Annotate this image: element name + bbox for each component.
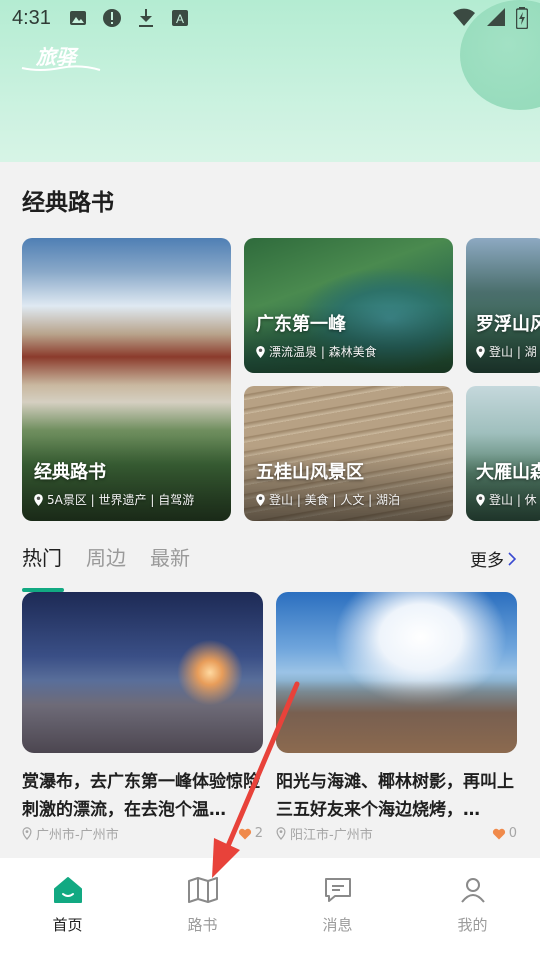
route-card-tags-text: 登山 | 美食 | 人文 | 湖泊 [269,493,401,507]
route-card-title: 大雁山森 [476,462,540,483]
like-count[interactable]: 0 [492,826,517,841]
status-right-group [452,7,529,33]
route-card-title: 经典路书 [34,462,106,483]
heart-icon [238,828,251,839]
feed-title[interactable]: 阳光与海滩、椰林树影，再叫上三五好友来个海边烧烤，… [276,768,517,824]
like-count[interactable]: 2 [238,826,263,841]
font-notification-icon: A [169,7,191,29]
section-title-classic: 经典路书 [22,190,114,216]
signal-icon [486,7,506,33]
like-count-value: 0 [508,826,517,841]
location-pin-icon [276,827,286,840]
route-card-tags: 登山 | 休 [476,491,537,508]
feed-meta: 广州市-广州市 2 [22,824,263,843]
route-card-guangdong-peak[interactable]: 广东第一峰 漂流温泉 | 森林美食 [244,238,453,373]
nav-item-messages[interactable]: 消息 [270,858,405,960]
route-card-tags-text: 登山 | 湖 [489,345,537,359]
header-banner: 4:31 A 旅驿 [0,0,540,162]
route-card-tags: 登山 | 美食 | 人文 | 湖泊 [256,491,400,508]
route-card-tags-text: 5A景区 | 世界遗产 | 自驾游 [47,493,195,507]
map-icon [187,877,218,903]
nav-label: 路书 [187,916,218,934]
message-icon [324,878,351,902]
battery-icon [515,7,529,33]
route-card-tags: 5A景区 | 世界遗产 | 自驾游 [34,491,194,508]
route-card-wuguishan[interactable]: 五桂山风景区 登山 | 美食 | 人文 | 湖泊 [244,386,453,521]
nav-label: 我的 [457,916,488,934]
route-card-title: 广东第一峰 [256,314,346,335]
feed-location: 广州市-广州市 [36,828,119,843]
location-pin-icon [256,493,265,506]
chevron-right-icon [508,551,516,566]
route-card-luofushan[interactable]: 罗浮山风 登山 | 湖 [466,238,540,373]
status-time: 4:31 [12,6,51,29]
route-card-tags-text: 登山 | 休 [489,493,537,507]
route-card-title: 五桂山风景区 [256,462,364,483]
nav-item-profile[interactable]: 我的 [405,858,540,960]
location-pin-icon [22,827,32,840]
wifi-icon [452,7,476,33]
route-card-dayanshan[interactable]: 大雁山森 登山 | 休 [466,386,540,521]
more-link[interactable]: 更多 [470,546,516,571]
feed-image-waterfall[interactable] [22,592,263,753]
location-pin-icon [476,345,485,358]
svg-text:A: A [176,12,184,26]
nav-item-home[interactable]: 首页 [0,858,135,960]
tab-hot[interactable]: 热门 [22,542,62,571]
feed-image-beach[interactable] [276,592,517,753]
route-card-classic[interactable]: 经典路书 5A景区 | 世界遗产 | 自驾游 [22,238,231,521]
app-logo: 旅驿 [20,44,104,74]
feed-tabs: 热门 周边 最新 [22,542,190,571]
feed-location: 阳江市-广州市 [290,828,373,843]
person-icon [460,878,485,903]
nav-label: 消息 [322,916,353,934]
home-icon [53,877,82,903]
route-card-tags: 登山 | 湖 [476,343,537,360]
more-label: 更多 [470,551,504,571]
status-bar: 4:31 A [0,0,540,36]
like-count-value: 2 [254,826,263,841]
tab-latest[interactable]: 最新 [150,542,190,571]
feed-title[interactable]: 赏瀑布，去广东第一峰体验惊险刺激的漂流，在去泡个温… [22,768,263,824]
location-pin-icon [256,345,265,358]
feed-meta: 阳江市-广州市 0 [276,824,517,843]
heart-icon [492,828,505,839]
nav-label: 首页 [52,916,83,934]
logo-text: 旅驿 [35,45,79,69]
location-pin-icon [476,493,485,506]
route-card-title: 罗浮山风 [476,314,540,335]
bottom-navigation: 首页 路书 消息 我的 [0,858,540,960]
route-card-tags-text: 漂流温泉 | 森林美食 [269,345,377,359]
tab-nearby[interactable]: 周边 [86,542,126,571]
alert-notification-icon [101,7,123,29]
route-card-tags: 漂流温泉 | 森林美食 [256,343,377,360]
nav-item-routebook[interactable]: 路书 [135,858,270,960]
image-notification-icon [67,7,89,29]
location-pin-icon [34,493,43,506]
download-notification-icon [135,7,157,29]
